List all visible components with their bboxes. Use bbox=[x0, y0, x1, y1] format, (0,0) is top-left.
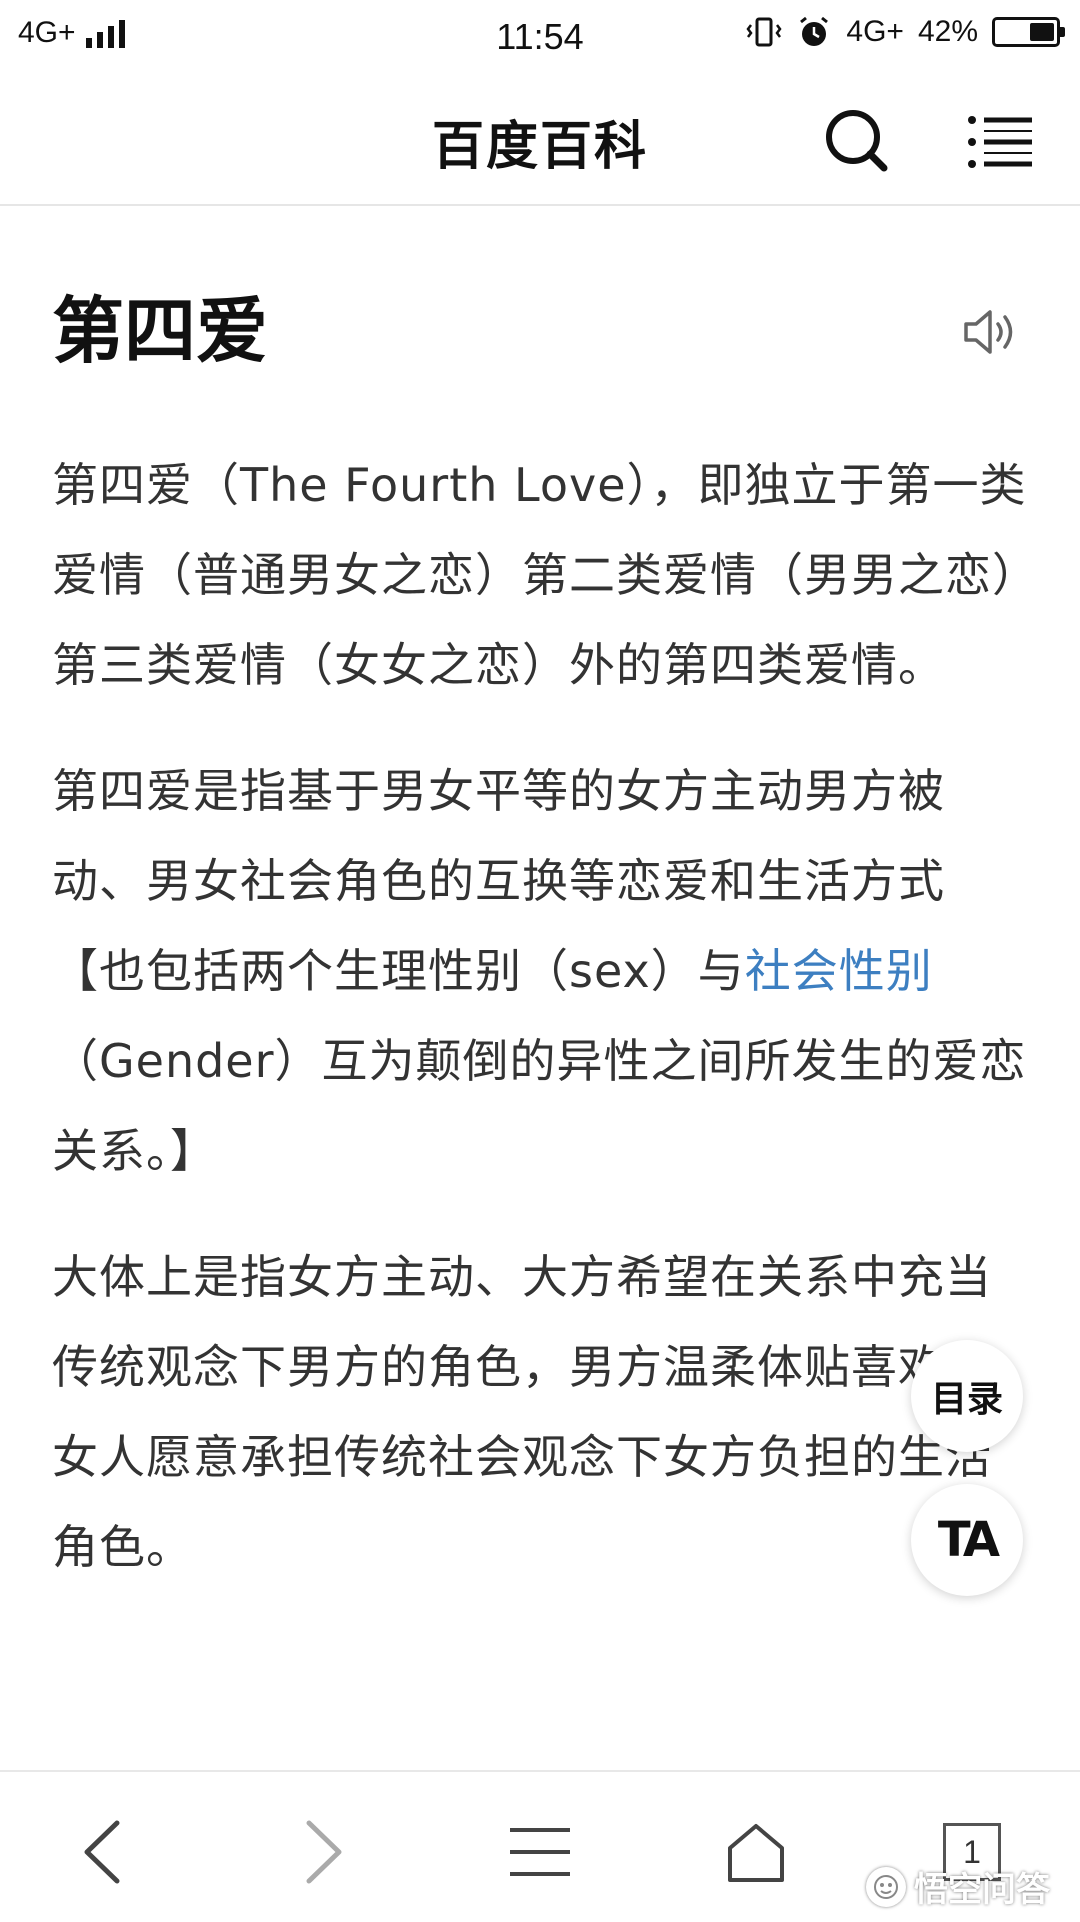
vibrate-icon bbox=[746, 17, 782, 47]
back-icon bbox=[84, 1820, 120, 1884]
nav-back-button[interactable] bbox=[62, 1812, 142, 1892]
watermark-logo-icon bbox=[866, 1866, 906, 1907]
forward-icon bbox=[306, 1820, 342, 1884]
ta-label: TA bbox=[937, 1512, 1000, 1568]
nav-home-button[interactable] bbox=[716, 1812, 796, 1892]
app-title: 百度百科 bbox=[431, 117, 648, 177]
status-right: 4G+ 42% bbox=[746, 14, 1065, 50]
paragraph-definition-text-b: （Gender）互为颠倒的异性之间所发生的爱恋关系。】 bbox=[52, 1034, 1027, 1178]
nav-menu-button[interactable] bbox=[500, 1812, 580, 1892]
ta-button[interactable]: TA bbox=[911, 1484, 1023, 1596]
menu-icon bbox=[510, 1828, 570, 1876]
link-social-gender[interactable]: 社会性别 bbox=[745, 944, 933, 998]
network-type-right: 4G+ bbox=[846, 15, 904, 48]
nav-forward-button[interactable] bbox=[284, 1812, 364, 1892]
article-title: 第四爱 bbox=[52, 289, 269, 373]
battery-fill bbox=[1030, 23, 1054, 41]
paragraph-general: 大体上是指女方主动、大方希望在关系中充当传统观念下男方的角色，男方温柔体贴喜欢大… bbox=[52, 1250, 992, 1574]
speaker-icon[interactable] bbox=[962, 304, 1020, 360]
paragraph-definition: 第四爱是指基于男女平等的女方主动男方被动、男女社会角色的互换等恋爱和生活方式【也… bbox=[52, 746, 1028, 1196]
battery-percent: 42% bbox=[917, 15, 978, 48]
battery-icon bbox=[992, 17, 1065, 47]
article: 第四爱 第四爱（The Fourth Love），即独立于第一类爱情（普通男女之… bbox=[52, 204, 1028, 1592]
status-bar: 4G+ 11:54 4G+ 42% bbox=[0, 0, 1080, 76]
watermark-text: 悟空问答 bbox=[914, 1870, 1050, 1910]
toc-label: 目录 bbox=[930, 1379, 1003, 1420]
alarm-icon bbox=[800, 16, 829, 46]
toc-button[interactable]: 目录 bbox=[911, 1340, 1023, 1452]
menu-icon[interactable] bbox=[966, 112, 1034, 172]
paragraph-intro: 第四爱（The Fourth Love），即独立于第一类爱情（普通男女之恋）第二… bbox=[52, 458, 1027, 692]
app-header: 百度百科 bbox=[0, 76, 1080, 206]
home-icon bbox=[728, 1824, 784, 1882]
watermark: 悟空问答 bbox=[866, 1862, 1050, 1911]
search-icon[interactable] bbox=[822, 106, 892, 176]
